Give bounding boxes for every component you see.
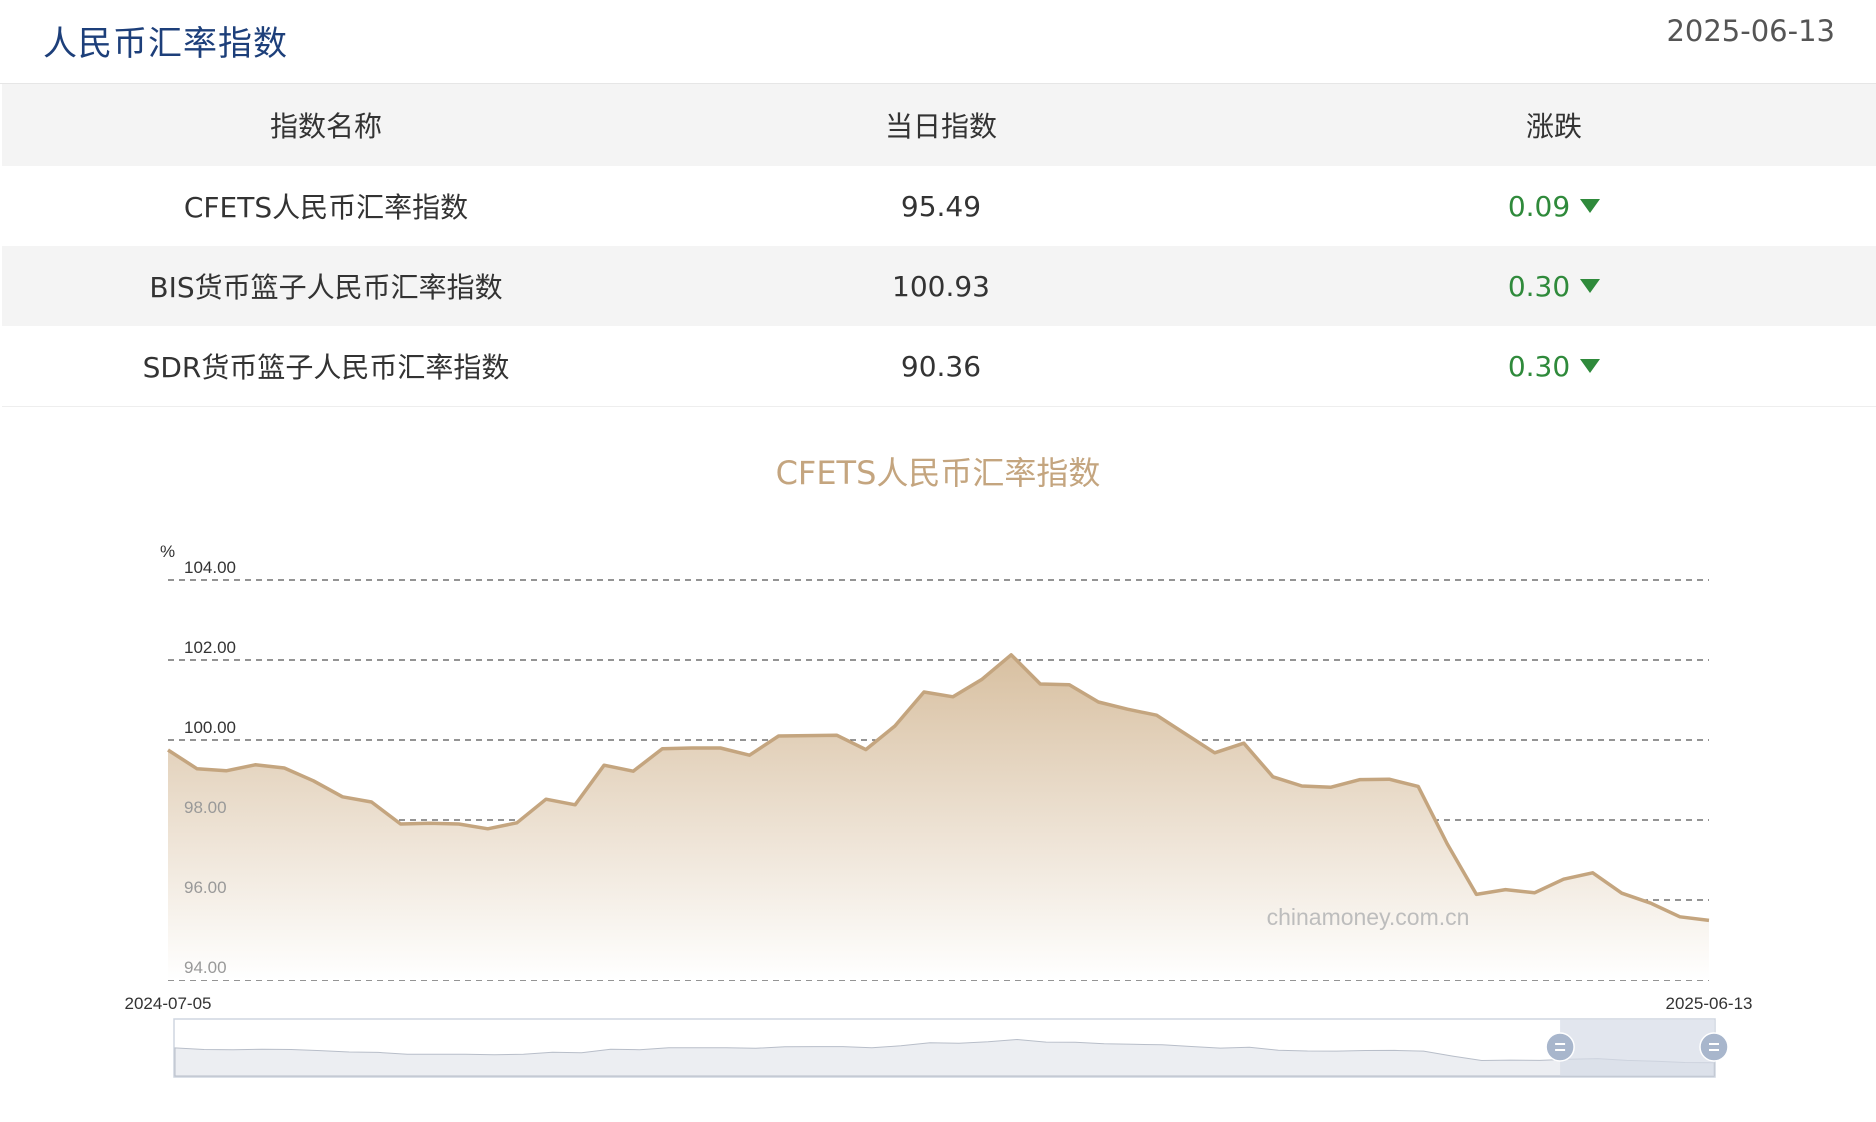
y-tick-label: 96.00 (184, 878, 227, 897)
y-tick-label: 98.00 (184, 798, 227, 817)
range-navigator[interactable] (174, 1019, 1728, 1077)
page-date: 2025-06-13 (1666, 14, 1835, 48)
table-row: CFETS人民币汇率指数 95.49 0.09 (2, 166, 1876, 246)
series-area (168, 655, 1709, 980)
index-name-cell: CFETS人民币汇率指数 (2, 186, 650, 226)
navigator-selection[interactable] (1560, 1020, 1714, 1076)
change-value: 0.30 (1508, 270, 1570, 303)
y-tick-label: 94.00 (184, 958, 227, 977)
index-name-cell: SDR货币篮子人民币汇率指数 (2, 346, 650, 386)
index-value-cell: 100.93 (650, 270, 1232, 303)
change-value: 0.30 (1508, 350, 1570, 383)
y-tick-label: 100.00 (184, 718, 236, 737)
column-header-name: 指数名称 (2, 105, 650, 145)
change-value: 0.09 (1508, 190, 1570, 223)
rate-index-chart: 104.00 102.00 100.00 98.00 96.00 94.00 % chin… (0, 520, 1876, 1100)
x-start-label: 2024-07-05 (125, 994, 212, 1013)
y-tick-label: 102.00 (184, 638, 236, 657)
down-arrow-icon (1580, 199, 1600, 213)
index-value-cell: 90.36 (650, 350, 1232, 383)
table-header-row: 指数名称 当日指数 涨跌 (2, 84, 1876, 166)
index-table: 指数名称 当日指数 涨跌 CFETS人民币汇率指数 95.49 0.09 BIS… (2, 84, 1876, 407)
index-change-cell: 0.30 (1232, 270, 1876, 303)
navigator-handle-right[interactable] (1700, 1033, 1728, 1061)
index-change-cell: 0.09 (1232, 190, 1876, 223)
down-arrow-icon (1580, 359, 1600, 373)
table-row: BIS货币篮子人民币汇率指数 100.93 0.30 (2, 246, 1876, 326)
x-end-label: 2025-06-13 (1666, 994, 1753, 1013)
index-value-cell: 95.49 (650, 190, 1232, 223)
y-tick-label: 104.00 (184, 558, 236, 577)
watermark: chinamoney.com.cn (1267, 904, 1470, 930)
chart-title: CFETS人民币汇率指数 (0, 448, 1876, 494)
y-axis-unit: % (160, 542, 175, 561)
navigator-handle-left[interactable] (1546, 1033, 1574, 1061)
page-title: 人民币汇率指数 (43, 16, 288, 65)
down-arrow-icon (1580, 279, 1600, 293)
page-header: 人民币汇率指数 2025-06-13 (0, 0, 1876, 84)
column-header-change: 涨跌 (1232, 105, 1876, 145)
column-header-value: 当日指数 (650, 105, 1232, 145)
index-name-cell: BIS货币篮子人民币汇率指数 (2, 266, 650, 306)
table-row: SDR货币篮子人民币汇率指数 90.36 0.30 (2, 326, 1876, 407)
index-change-cell: 0.30 (1232, 350, 1876, 383)
